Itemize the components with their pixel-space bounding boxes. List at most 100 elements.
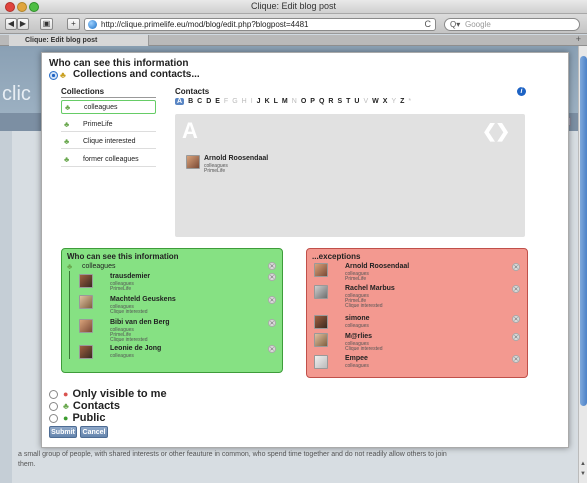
exception-tag: Clique interested [345, 303, 383, 309]
alphabet-letter[interactable]: X [383, 98, 388, 105]
group-icon: ♣ [64, 155, 70, 164]
collections-radio[interactable] [49, 71, 58, 80]
avatar [314, 285, 328, 299]
remove-member-button[interactable]: ✕ [268, 296, 276, 304]
alphabet-letter[interactable]: U [354, 98, 359, 105]
alphabet-letter[interactable]: C [197, 98, 202, 105]
alphabet-letter: N [291, 98, 297, 105]
address-bar[interactable]: http://clique.primelife.eu/mod/blog/edit… [84, 18, 436, 31]
alphabet-letter[interactable]: E [215, 98, 220, 105]
alphabet-letter[interactable]: L [274, 98, 278, 105]
visibility-label: Public [72, 412, 106, 424]
remove-exception-button[interactable]: ✕ [512, 285, 520, 293]
current-letter: A [182, 118, 198, 143]
page-nav-arrows[interactable]: ❮❯ [482, 121, 510, 142]
contacts-panel: A ❮❯ Arnold Roosendaal colleagues PrimeL… [175, 114, 525, 237]
reload-icon[interactable]: C [425, 19, 432, 30]
member-tag: colleagues [110, 353, 134, 359]
contacts-heading: Contacts [175, 87, 210, 96]
bookmark-button[interactable]: ▣ [40, 18, 53, 30]
collection-item-primelife[interactable]: ♣ PrimeLife [61, 118, 156, 132]
alphabet-letter[interactable]: T [346, 98, 350, 105]
tab-bar: Clique: Edit blog post + [0, 34, 587, 46]
new-tab-button[interactable]: + [576, 34, 581, 44]
alphabet-letter[interactable]: B [188, 98, 193, 105]
scroll-up-icon[interactable]: ▲ [580, 461, 586, 467]
public-radio[interactable] [49, 413, 58, 423]
avatar[interactable] [186, 155, 200, 169]
window-titlebar: Clique: Edit blog post [0, 0, 587, 14]
alphabet-letter: G [232, 98, 238, 105]
alphabet-letter[interactable]: J [257, 98, 261, 105]
visibility-public[interactable]: ● Public [49, 412, 105, 424]
remove-group-button[interactable]: ✕ [268, 262, 276, 270]
alphabet-letter[interactable]: O [301, 98, 306, 105]
add-bookmark-button[interactable]: + [67, 18, 80, 30]
cancel-button[interactable]: Cancel [80, 426, 108, 438]
alphabet-letter[interactable]: K [265, 98, 270, 105]
privacy-dialog: Who can see this information ♣ Collectio… [41, 52, 569, 448]
exceptions-title: ...exceptions [312, 252, 361, 261]
remove-member-button[interactable]: ✕ [268, 345, 276, 353]
tab-edit-blog-post[interactable]: Clique: Edit blog post [9, 35, 149, 46]
search-input[interactable]: Q▾ Google [444, 18, 580, 31]
info-icon[interactable]: i [517, 87, 526, 96]
collections-divider [61, 97, 156, 98]
alphabet-letter[interactable]: S [337, 98, 342, 105]
exception-tag: colleagues [345, 323, 369, 329]
visibility-only-me[interactable]: ● Only visible to me [49, 388, 167, 400]
collections-heading: Collections [61, 87, 105, 96]
visibility-label: Contacts [72, 400, 120, 412]
alphabet-letter[interactable]: D [206, 98, 211, 105]
remove-exception-button[interactable]: ✕ [512, 263, 520, 271]
alphabet-letter[interactable]: P [310, 98, 315, 105]
globe-icon [88, 20, 97, 29]
forward-button[interactable]: ▶ [17, 18, 29, 30]
remove-member-button[interactable]: ✕ [268, 319, 276, 327]
globe-green-icon: ● [63, 413, 69, 424]
visibility-contacts[interactable]: ♣ Contacts [49, 400, 120, 412]
member-tag: Clique interested [110, 309, 148, 315]
collection-item-former-colleagues[interactable]: ♣ former colleagues [61, 153, 156, 167]
alphabet-letter: I [250, 98, 253, 105]
alphabet-letter[interactable]: Q [319, 98, 324, 105]
avatar [314, 355, 328, 369]
exception-name: simone [345, 315, 370, 322]
contacts-radio[interactable] [49, 401, 58, 411]
member-name: Machteld Geuskens [110, 296, 176, 303]
avatar [314, 333, 328, 347]
remove-exception-button[interactable]: ✕ [512, 315, 520, 323]
site-logo: clic [2, 83, 31, 105]
remove-exception-button[interactable]: ✕ [512, 333, 520, 341]
contact-name[interactable]: Arnold Roosendaal [204, 155, 268, 162]
collection-item-clique-interested[interactable]: ♣ Clique interested [61, 135, 156, 149]
page-scrollbar[interactable]: ▲ ▼ [578, 46, 587, 483]
avatar [79, 345, 93, 359]
dialog-title: Who can see this information [49, 58, 189, 69]
remove-exception-button[interactable]: ✕ [512, 355, 520, 363]
remove-member-button[interactable]: ✕ [268, 273, 276, 281]
back-button[interactable]: ◀ [5, 18, 17, 30]
alphabet-letter[interactable]: R [328, 98, 333, 105]
scroll-thumb[interactable] [580, 56, 587, 406]
alphabet-letter[interactable]: A [175, 98, 185, 105]
collection-label: former colleagues [83, 156, 139, 163]
group-icon: ♣ [64, 137, 70, 146]
avatar [314, 263, 328, 277]
alphabet-letter[interactable]: Z [400, 98, 404, 105]
alphabet-letter[interactable]: W [372, 98, 379, 105]
search-icon: Q▾ [450, 20, 461, 29]
member-name: Leonie de Jong [110, 345, 162, 352]
submit-button[interactable]: Submit [49, 426, 77, 438]
exception-tag: Clique interested [345, 346, 383, 352]
alphabet-letter[interactable]: M [282, 98, 288, 105]
collection-item-colleagues[interactable]: ♣ colleagues [61, 100, 156, 114]
member-tag: Clique interested [110, 337, 148, 343]
scroll-down-icon[interactable]: ▼ [580, 471, 586, 477]
background-description: a small group of people, with shared int… [18, 451, 447, 468]
contacts-icon: ♣ [63, 401, 69, 412]
only-me-radio[interactable] [49, 389, 58, 399]
left-gutter [0, 131, 12, 483]
minus-red-icon: ● [63, 389, 69, 400]
alphabet-letter: V [363, 98, 369, 105]
